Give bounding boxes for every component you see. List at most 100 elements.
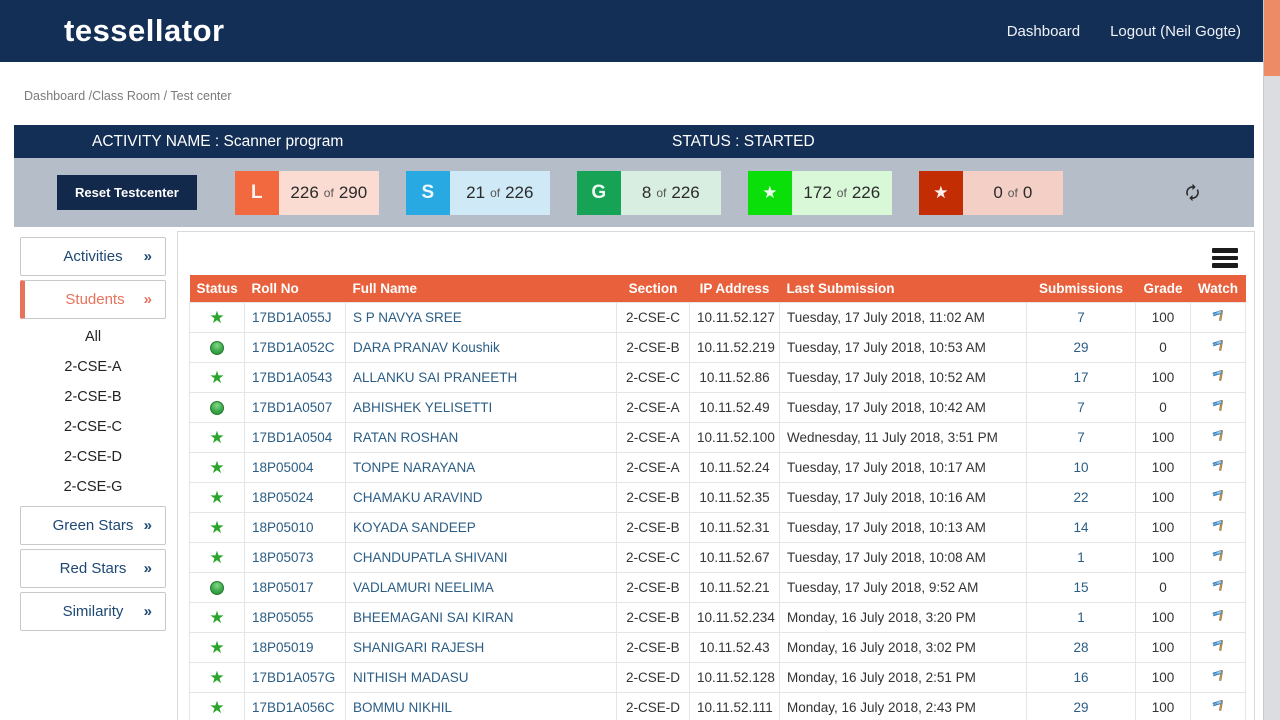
full-name-link[interactable]: SHANIGARI RAJESH bbox=[353, 640, 484, 655]
watch-icon[interactable] bbox=[1210, 522, 1227, 537]
roll-no-link[interactable]: 17BD1A052C bbox=[252, 340, 335, 355]
watch-cell bbox=[1191, 302, 1246, 332]
roll-no-link[interactable]: 18P05010 bbox=[252, 520, 314, 535]
submissions-link[interactable]: 28 bbox=[1073, 640, 1088, 655]
watch-icon[interactable] bbox=[1210, 552, 1227, 567]
badge-red-star: ★0of0 bbox=[919, 171, 1063, 215]
watch-cell bbox=[1191, 602, 1246, 632]
sidebar-filter-2-cse-g[interactable]: 2-CSE-G bbox=[20, 472, 166, 502]
sidebar-filter-2-cse-b[interactable]: 2-CSE-B bbox=[20, 382, 166, 412]
sidebar-item-red-stars[interactable]: Red Stars» bbox=[20, 549, 166, 588]
submissions-link[interactable]: 7 bbox=[1077, 310, 1085, 325]
roll-no-cell: 17BD1A056C bbox=[245, 692, 346, 720]
sidebar-item-green-stars[interactable]: Green Stars» bbox=[20, 506, 166, 545]
submissions-link[interactable]: 29 bbox=[1073, 700, 1088, 715]
watch-icon[interactable] bbox=[1210, 402, 1227, 417]
roll-no-link[interactable]: 18P05004 bbox=[252, 460, 314, 475]
roll-no-link[interactable]: 17BD1A055J bbox=[252, 310, 332, 325]
column-header-submissions: Submissions bbox=[1027, 275, 1136, 302]
full-name-link[interactable]: CHANDUPATLA SHIVANI bbox=[353, 550, 508, 565]
full-name-link[interactable]: BHEEMAGANI SAI KIRAN bbox=[353, 610, 514, 625]
badge-g: G8of226 bbox=[577, 171, 721, 215]
watch-icon[interactable] bbox=[1210, 312, 1227, 327]
column-header-watch: Watch bbox=[1191, 275, 1246, 302]
submissions-link[interactable]: 16 bbox=[1073, 670, 1088, 685]
watch-icon[interactable] bbox=[1210, 642, 1227, 657]
submissions-link[interactable]: 1 bbox=[1077, 550, 1085, 565]
roll-no-link[interactable]: 18P05073 bbox=[252, 550, 314, 565]
roll-no-cell: 18P05019 bbox=[245, 632, 346, 662]
sidebar-filter-all[interactable]: All bbox=[20, 322, 166, 352]
watch-icon[interactable] bbox=[1210, 672, 1227, 687]
refresh-icon[interactable] bbox=[1183, 183, 1202, 202]
submissions-link[interactable]: 17 bbox=[1073, 370, 1088, 385]
watch-icon[interactable] bbox=[1210, 372, 1227, 387]
submissions-link[interactable]: 7 bbox=[1077, 400, 1085, 415]
roll-no-link[interactable]: 17BD1A0504 bbox=[252, 430, 332, 445]
hamburger-menu-icon[interactable] bbox=[1212, 248, 1238, 271]
green-star-icon: ★ bbox=[209, 368, 224, 387]
sidebar-filter-2-cse-c[interactable]: 2-CSE-C bbox=[20, 412, 166, 442]
watch-icon[interactable] bbox=[1210, 342, 1227, 357]
watch-icon[interactable] bbox=[1210, 612, 1227, 627]
badge-green-star: ★172of226 bbox=[748, 171, 892, 215]
full-name-link[interactable]: KOYADA SANDEEP bbox=[353, 520, 476, 535]
full-name-link[interactable]: NITHISH MADASU bbox=[353, 670, 469, 685]
of-label: of bbox=[324, 186, 334, 200]
scrollbar-track[interactable] bbox=[1263, 0, 1280, 720]
roll-no-cell: 17BD1A0504 bbox=[245, 422, 346, 452]
submissions-link[interactable]: 1 bbox=[1077, 610, 1085, 625]
watch-cell bbox=[1191, 572, 1246, 602]
roll-no-link[interactable]: 17BD1A0507 bbox=[252, 400, 332, 415]
full-name-link[interactable]: DARA PRANAV Koushik bbox=[353, 340, 500, 355]
submissions-link[interactable]: 10 bbox=[1073, 460, 1088, 475]
full-name-link[interactable]: VADLAMURI NEELIMA bbox=[353, 580, 494, 595]
scrollbar-thumb[interactable] bbox=[1264, 0, 1280, 76]
app-logo[interactable]: tessellator bbox=[64, 13, 225, 49]
full-name-link[interactable]: ALLANKU SAI PRANEETH bbox=[353, 370, 517, 385]
full-name-link[interactable]: RATAN ROSHAN bbox=[353, 430, 458, 445]
sidebar-item-label: Red Stars bbox=[60, 560, 127, 577]
watch-icon[interactable] bbox=[1210, 432, 1227, 447]
sidebar-item-activities[interactable]: Activities» bbox=[20, 237, 166, 276]
reset-testcenter-button[interactable]: Reset Testcenter bbox=[57, 175, 197, 210]
sidebar-filter-2-cse-a[interactable]: 2-CSE-A bbox=[20, 352, 166, 382]
roll-no-link[interactable]: 18P05019 bbox=[252, 640, 314, 655]
full-name-link[interactable]: ABHISHEK YELISETTI bbox=[353, 400, 492, 415]
ip-address-cell: 10.11.52.86 bbox=[690, 362, 780, 392]
nav-link-dashboard[interactable]: Dashboard bbox=[1007, 23, 1080, 40]
roll-no-link[interactable]: 18P05024 bbox=[252, 490, 314, 505]
roll-no-link[interactable]: 17BD1A056C bbox=[252, 700, 335, 715]
last-submission-cell: Tuesday, 17 July 2018, 10:13 AM bbox=[780, 512, 1027, 542]
nav-link-logout[interactable]: Logout (Neil Gogte) bbox=[1110, 23, 1241, 40]
submissions-cell: 17 bbox=[1027, 362, 1136, 392]
submissions-link[interactable]: 15 bbox=[1073, 580, 1088, 595]
sidebar-item-students[interactable]: Students» bbox=[20, 280, 166, 319]
green-star-icon: ★ bbox=[209, 428, 224, 447]
submissions-link[interactable]: 22 bbox=[1073, 490, 1088, 505]
submissions-link[interactable]: 29 bbox=[1073, 340, 1088, 355]
sidebar-item-similarity[interactable]: Similarity» bbox=[20, 592, 166, 631]
watch-icon[interactable] bbox=[1210, 702, 1227, 717]
breadcrumb[interactable]: Dashboard /Class Room / Test center bbox=[24, 89, 1263, 103]
roll-no-link[interactable]: 17BD1A0543 bbox=[252, 370, 332, 385]
roll-no-link[interactable]: 17BD1A057G bbox=[252, 670, 335, 685]
watch-icon[interactable] bbox=[1210, 492, 1227, 507]
full-name-cell: CHANDUPATLA SHIVANI bbox=[346, 542, 617, 572]
full-name-link[interactable]: BOMMU NIKHIL bbox=[353, 700, 452, 715]
roll-no-link[interactable]: 18P05055 bbox=[252, 610, 314, 625]
watch-icon[interactable] bbox=[1210, 582, 1227, 597]
full-name-link[interactable]: S P NAVYA SREE bbox=[353, 310, 462, 325]
submissions-link[interactable]: 14 bbox=[1073, 520, 1088, 535]
full-name-link[interactable]: TONPE NARAYANA bbox=[353, 460, 475, 475]
roll-no-cell: 18P05004 bbox=[245, 452, 346, 482]
watch-icon[interactable] bbox=[1210, 462, 1227, 477]
submissions-link[interactable]: 7 bbox=[1077, 430, 1085, 445]
submissions-cell: 29 bbox=[1027, 332, 1136, 362]
sidebar-filter-2-cse-d[interactable]: 2-CSE-D bbox=[20, 442, 166, 472]
status-cell: ★ bbox=[190, 302, 245, 332]
full-name-link[interactable]: CHAMAKU ARAVIND bbox=[353, 490, 483, 505]
roll-no-link[interactable]: 18P05017 bbox=[252, 580, 314, 595]
status-cell: ★ bbox=[190, 362, 245, 392]
status-cell: ★ bbox=[190, 542, 245, 572]
